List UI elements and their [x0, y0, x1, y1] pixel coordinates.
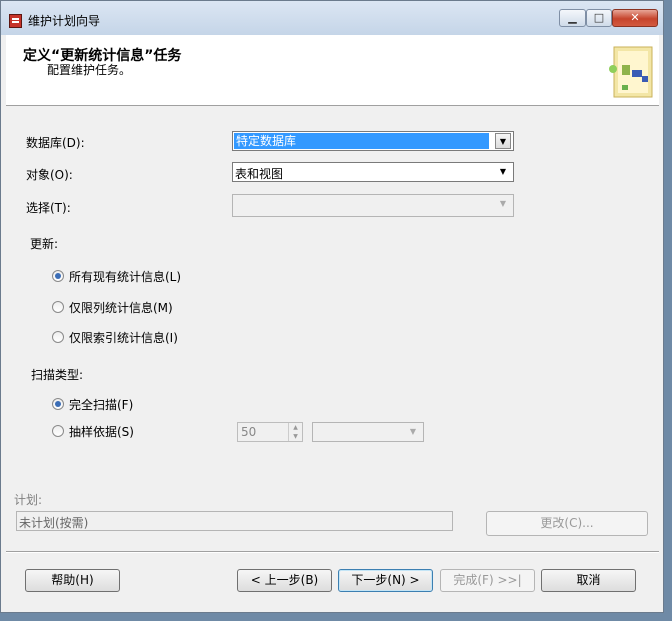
chevron-down-icon[interactable]: ▼: [405, 425, 421, 439]
database-value: 特定数据库: [234, 133, 489, 149]
wizard-header: 定义“更新统计信息”任务 配置维护任务。: [6, 35, 659, 106]
change-schedule-button[interactable]: 更改(C)...: [486, 511, 648, 536]
back-button[interactable]: < 上一步(B): [237, 569, 332, 592]
schedule-field: 未计划(按需): [16, 511, 453, 531]
scan-group-label: 扫描类型:: [31, 368, 84, 382]
radio-all-statistics[interactable]: [52, 270, 64, 282]
radio-label[interactable]: 仅限列统计信息(M): [69, 299, 173, 316]
minimize-button[interactable]: ▁: [559, 9, 586, 27]
app-icon[interactable]: [9, 14, 22, 28]
selection-label: 选择(T):: [26, 201, 71, 215]
radio-index-statistics[interactable]: [52, 331, 64, 343]
finish-button[interactable]: 完成(F) >>|: [440, 569, 535, 592]
radio-label[interactable]: 抽样依据(S): [69, 423, 134, 440]
object-value: 表和视图: [235, 167, 284, 181]
wizard-icon: [609, 46, 653, 98]
radio-label[interactable]: 所有现有统计信息(L): [69, 268, 181, 285]
selection-combobox[interactable]: ▼: [232, 194, 514, 217]
radio-sample-by[interactable]: [52, 425, 64, 437]
footer-divider: [6, 551, 659, 553]
maximize-icon: □: [593, 11, 605, 24]
window-title: 维护计划向导: [28, 14, 101, 28]
wizard-body: 数据库(D): 特定数据库 ▼ 对象(O): 表和视图 ▼ 选择(T): ▼ 更…: [6, 106, 659, 546]
radio-column-statistics[interactable]: [52, 301, 64, 313]
sample-value: 50: [241, 425, 257, 439]
spinner-arrows-icon[interactable]: ▲ ▼: [288, 423, 302, 441]
chevron-down-icon[interactable]: ▼: [495, 133, 511, 149]
radio-full-scan[interactable]: [52, 398, 64, 410]
title-bar[interactable]: 维护计划向导 ▁ □ ✕: [1, 1, 663, 35]
update-group-label: 更新:: [30, 237, 59, 251]
object-combobox[interactable]: 表和视图 ▼: [232, 162, 514, 182]
database-label: 数据库(D):: [26, 136, 85, 150]
close-icon: ✕: [630, 11, 640, 24]
minimize-icon: ▁: [568, 11, 577, 24]
sample-unit-combobox[interactable]: ▼: [312, 422, 424, 442]
sample-value-spinner[interactable]: 50 ▲ ▼: [237, 422, 303, 442]
chevron-down-icon[interactable]: ▼: [495, 197, 511, 211]
page-subtitle: 配置维护任务。: [47, 63, 132, 77]
object-label: 对象(O):: [26, 168, 73, 182]
schedule-label: 计划:: [14, 493, 43, 507]
chevron-down-icon[interactable]: ▼: [495, 165, 511, 179]
maximize-button[interactable]: □: [586, 9, 612, 27]
help-button[interactable]: 帮助(H): [25, 569, 120, 592]
database-combobox[interactable]: 特定数据库 ▼: [232, 131, 514, 151]
wizard-window: 维护计划向导 ▁ □ ✕ 定义“更新统计信息”任务 配置维护任务。 数据库(D)…: [0, 0, 664, 613]
radio-label[interactable]: 完全扫描(F): [69, 396, 133, 413]
next-button[interactable]: 下一步(N) >: [338, 569, 433, 592]
cancel-button[interactable]: 取消: [541, 569, 636, 592]
schedule-value: 未计划(按需): [19, 516, 89, 530]
radio-label[interactable]: 仅限索引统计信息(I): [69, 329, 178, 346]
close-button[interactable]: ✕: [612, 9, 658, 27]
